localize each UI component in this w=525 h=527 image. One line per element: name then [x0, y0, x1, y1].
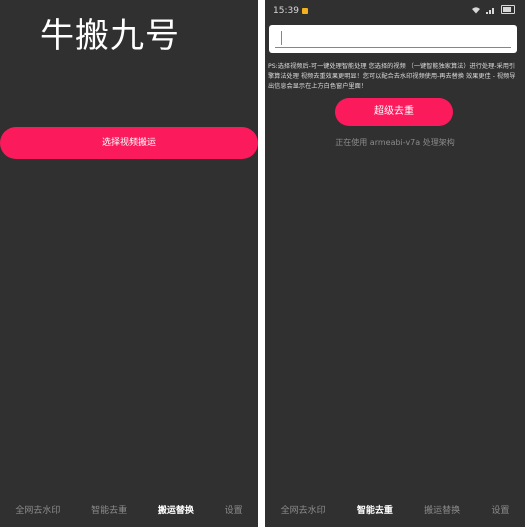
battery-icon [501, 5, 515, 14]
nav-smart-dedupe[interactable]: 智能去重 [357, 503, 393, 516]
output-input-box [269, 25, 517, 53]
nav-settings[interactable]: 设置 [225, 503, 243, 516]
status-icons [471, 5, 515, 14]
architecture-text: 正在使用 armeabi-v7a 处理架构 [335, 138, 455, 147]
input-caret [281, 31, 282, 45]
wifi-icon [472, 6, 480, 13]
nav-smart-dedupe[interactable]: 智能去重 [91, 503, 127, 516]
super-dedupe-button[interactable]: 超级去重 [335, 98, 453, 126]
nav-watermark-removal[interactable]: 全网去水印 [15, 503, 60, 516]
app-title: 牛搬九号 [40, 16, 180, 56]
signal-icon [486, 7, 494, 14]
output-input[interactable] [275, 29, 511, 48]
nav-settings[interactable]: 设置 [491, 503, 509, 516]
left-phone-screen: 牛搬九号 选择视频搬运 全网去水印 智能去重 搬运替换 设置 [0, 0, 258, 527]
select-video-button[interactable]: 选择视频搬运 [0, 127, 258, 159]
status-time: 15:39 [273, 6, 299, 16]
nav-transfer-replace[interactable]: 搬运替换 [424, 503, 460, 516]
instructions-text: PS:选择视频后-可一键处理智能处理 您选择的视频 （一键智能独家算法）进行处理… [268, 63, 516, 90]
status-bar: 15:39 [265, 0, 525, 22]
bottom-nav: 全网去水印 智能去重 搬运替换 设置 [265, 499, 525, 519]
bottom-nav: 全网去水印 智能去重 搬运替换 设置 [0, 499, 258, 519]
right-phone-screen: 15:39 PS:选择视频后-可一键处理智能处理 您选择的视频 （一键智能独家算… [265, 0, 525, 527]
notification-icon [302, 8, 308, 14]
nav-watermark-removal[interactable]: 全网去水印 [281, 503, 326, 516]
nav-transfer-replace[interactable]: 搬运替换 [158, 503, 194, 516]
